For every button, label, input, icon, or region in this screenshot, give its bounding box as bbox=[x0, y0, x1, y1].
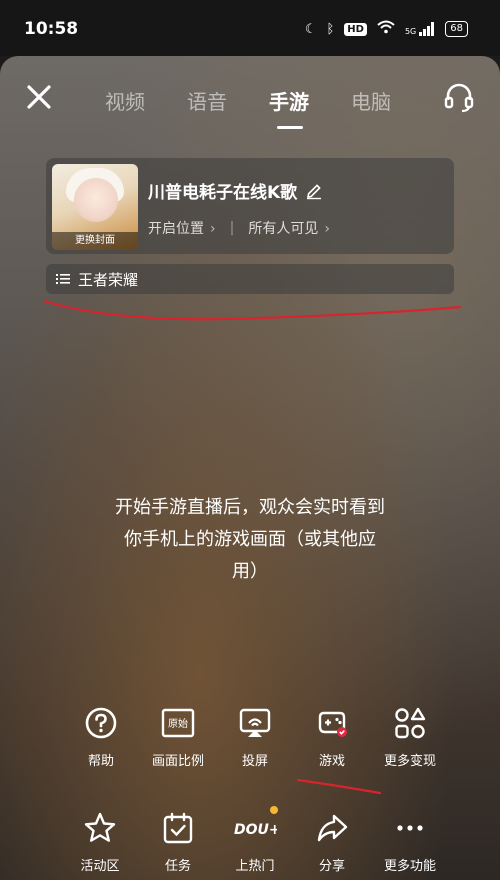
aspect-ratio-button[interactable]: 原始 画面比例 bbox=[138, 706, 218, 769]
help-button[interactable]: 帮助 bbox=[61, 706, 141, 769]
promote-label: 上热门 bbox=[235, 859, 275, 874]
list-icon bbox=[56, 274, 70, 284]
visibility-selector[interactable]: 所有人可见 › bbox=[248, 218, 330, 238]
hd-badge: HD bbox=[344, 22, 367, 36]
location-label: 开启位置 bbox=[148, 221, 204, 237]
hint-line-2: 你手机上的游戏画面（或其他应 bbox=[124, 529, 376, 550]
live-mode-tabs: 视频 语音 手游 电脑 bbox=[105, 86, 433, 129]
location-toggle[interactable]: 开启位置 › bbox=[148, 218, 216, 238]
cast-icon bbox=[239, 708, 271, 737]
hint-line-3: 用） bbox=[232, 561, 268, 582]
help-label: 帮助 bbox=[87, 754, 114, 769]
more-monetization-button[interactable]: 更多变现 bbox=[370, 706, 450, 769]
room-title[interactable]: 川普电耗子在线K歌 bbox=[148, 178, 323, 203]
signal-icon: 5G bbox=[405, 22, 435, 36]
promote-button[interactable]: DOU+ 上热门 bbox=[215, 811, 295, 874]
visibility-label: 所有人可见 bbox=[248, 221, 319, 237]
live-setup-sheet: 视频 语音 手游 电脑 更换封面 川普电耗子在线K歌 开启位置 › | 所有人可见… bbox=[0, 56, 500, 880]
bluetooth-icon: ᛒ bbox=[326, 21, 335, 37]
room-title-text: 川普电耗子在线K歌 bbox=[148, 183, 298, 203]
task-label: 任务 bbox=[164, 859, 191, 874]
tab-mobile-game[interactable]: 手游 bbox=[269, 86, 351, 129]
more-features-label: 更多功能 bbox=[383, 859, 436, 874]
chevron-right-icon: › bbox=[210, 221, 216, 237]
more-icon bbox=[397, 825, 423, 831]
task-icon bbox=[163, 812, 193, 844]
more-monetization-label: 更多变现 bbox=[383, 754, 436, 769]
dou-plus-icon: DOU+ bbox=[234, 822, 277, 838]
activity-zone-button[interactable]: 活动区 bbox=[60, 811, 140, 874]
dou-plus-text: DOU+ bbox=[234, 822, 277, 838]
game-label: 游戏 bbox=[318, 754, 345, 769]
game-selector[interactable]: 王者荣耀 bbox=[46, 264, 454, 294]
grid-shapes-icon bbox=[395, 707, 426, 739]
hint-line-1: 开始手游直播后，观众会实时看到 bbox=[115, 497, 385, 518]
close-icon[interactable] bbox=[24, 82, 54, 112]
tab-voice[interactable]: 语音 bbox=[187, 86, 269, 115]
cast-label: 投屏 bbox=[241, 754, 268, 769]
more-features-button[interactable]: 更多功能 bbox=[370, 811, 450, 874]
star-icon bbox=[84, 812, 116, 842]
share-icon bbox=[317, 814, 348, 842]
cover-art-face bbox=[74, 178, 118, 222]
aspect-ratio-badge: 原始 bbox=[168, 717, 188, 730]
game-button[interactable]: 游戏 bbox=[292, 706, 372, 769]
aspect-ratio-label: 画面比例 bbox=[151, 754, 204, 769]
notification-dot bbox=[270, 806, 278, 814]
help-icon bbox=[85, 707, 117, 739]
room-meta: 开启位置 › | 所有人可见 › bbox=[148, 218, 330, 238]
network-label: 5G bbox=[404, 27, 417, 36]
task-button[interactable]: 任务 bbox=[138, 811, 218, 874]
aspect-ratio-icon: 原始 bbox=[161, 708, 195, 738]
status-bar: 10:58 ☾ ᛒ HD 5G 68 bbox=[0, 0, 500, 56]
edit-pencil-icon bbox=[307, 183, 322, 199]
change-cover-label: 更换封面 bbox=[52, 232, 138, 250]
headset-icon[interactable] bbox=[442, 80, 476, 114]
cast-button[interactable]: 投屏 bbox=[215, 706, 295, 769]
status-time: 10:58 bbox=[24, 19, 79, 39]
moon-icon: ☾ bbox=[304, 21, 317, 37]
battery-indicator: 68 bbox=[445, 21, 468, 37]
tab-video[interactable]: 视频 bbox=[105, 86, 187, 115]
share-label: 分享 bbox=[318, 859, 345, 874]
gamepad-icon bbox=[318, 711, 347, 737]
share-button[interactable]: 分享 bbox=[292, 811, 372, 874]
room-info-card: 更换封面 川普电耗子在线K歌 开启位置 › | 所有人可见 › bbox=[46, 158, 454, 254]
chevron-right-icon: › bbox=[324, 221, 330, 237]
activity-zone-label: 活动区 bbox=[80, 859, 120, 874]
status-icons: ☾ ᛒ HD 5G 68 bbox=[305, 20, 468, 38]
wifi-icon bbox=[377, 20, 395, 38]
game-name: 王者荣耀 bbox=[78, 270, 139, 289]
cover-image[interactable]: 更换封面 bbox=[52, 164, 138, 250]
hint-text: 开始手游直播后，观众会实时看到 你手机上的游戏画面（或其他应 用） bbox=[80, 492, 420, 588]
divider: | bbox=[229, 220, 235, 236]
tab-pc[interactable]: 电脑 bbox=[351, 86, 433, 115]
